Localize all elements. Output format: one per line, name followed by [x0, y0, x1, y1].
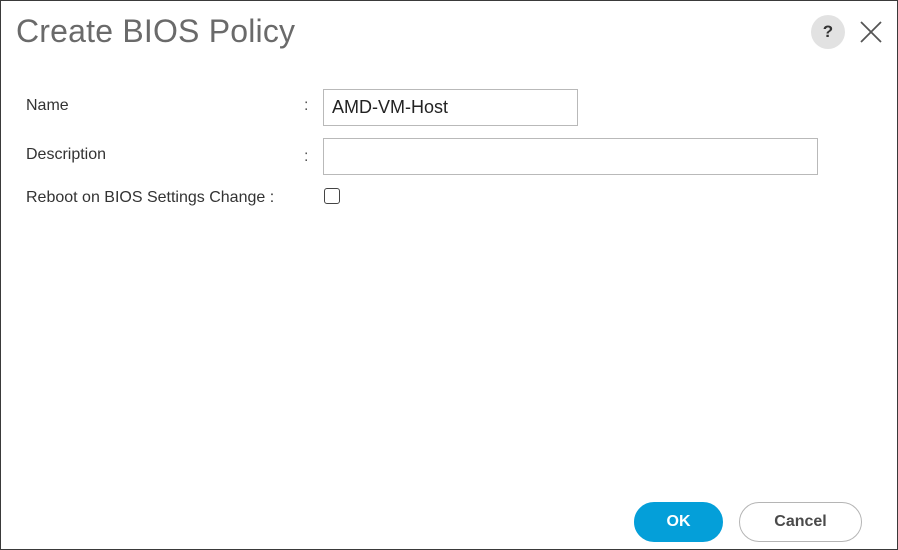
description-separator: :: [304, 148, 309, 165]
ok-button[interactable]: OK: [634, 502, 723, 542]
create-bios-policy-dialog: Create BIOS Policy ? Name : Description …: [0, 0, 898, 550]
close-icon: [860, 21, 882, 43]
cancel-button[interactable]: Cancel: [739, 502, 862, 542]
name-input[interactable]: [323, 89, 578, 126]
name-label: Name: [26, 97, 69, 114]
help-icon: ?: [822, 22, 834, 41]
close-button[interactable]: [858, 19, 884, 45]
help-button[interactable]: ?: [811, 15, 845, 49]
reboot-label: Reboot on BIOS Settings Change :: [26, 189, 275, 206]
description-label: Description: [26, 146, 107, 163]
description-input[interactable]: [323, 138, 818, 175]
name-separator: :: [304, 97, 309, 114]
dialog-title: Create BIOS Policy: [16, 13, 296, 49]
reboot-checkbox[interactable]: [324, 188, 340, 204]
